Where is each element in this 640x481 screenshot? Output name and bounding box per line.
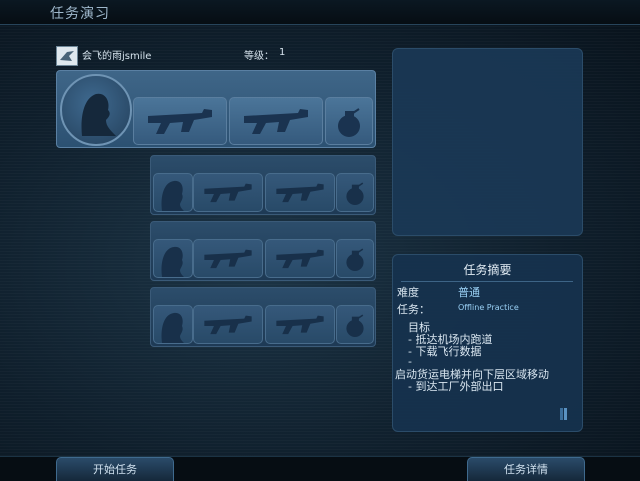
- grenade-icon: [338, 108, 360, 137]
- operator-portrait-icon: [161, 180, 184, 211]
- player-level-value: 1: [279, 47, 286, 58]
- squad-slot-3[interactable]: [150, 221, 376, 281]
- scroll-down-icon[interactable]: [559, 406, 569, 420]
- rifle-icon: [244, 109, 308, 134]
- window-title: 任务演习: [50, 6, 110, 22]
- player-info: 会飞的雨jsmile 等级： 1: [56, 44, 374, 66]
- secondary-weapon-slot[interactable]: [229, 97, 323, 145]
- rifle-icon: [204, 315, 252, 335]
- grenade-slot[interactable]: [336, 173, 374, 212]
- mission-value: Offline Practice: [458, 303, 519, 312]
- mission-preview-panel: [392, 48, 583, 236]
- rifle-icon: [204, 249, 252, 269]
- summary-title: 任务摘要: [463, 263, 512, 277]
- difficulty-label: 难度: [397, 286, 419, 299]
- operator-portrait-icon: [161, 246, 184, 277]
- grenade-icon: [346, 314, 364, 338]
- grenade-slot[interactable]: [336, 239, 374, 278]
- difficulty-value: 普通: [458, 286, 480, 299]
- rifle-icon: [276, 183, 324, 203]
- player-rank-icon: [56, 46, 78, 66]
- operator-slot[interactable]: [153, 305, 193, 344]
- secondary-weapon-slot[interactable]: [265, 173, 335, 212]
- operator-slot[interactable]: [153, 239, 193, 278]
- squad-slot-1[interactable]: [56, 70, 376, 148]
- primary-weapon-slot[interactable]: [193, 173, 263, 212]
- squad-slot-4[interactable]: [150, 287, 376, 347]
- operator-slot[interactable]: [153, 173, 193, 212]
- operator-portrait-icon: [60, 74, 132, 146]
- objective-item: - 下载飞行数据: [408, 345, 482, 358]
- grenade-icon: [346, 248, 364, 272]
- grenade-slot[interactable]: [325, 97, 373, 145]
- rifle-icon: [276, 315, 324, 335]
- squad-slot-2[interactable]: [150, 155, 376, 215]
- rifle-icon: [276, 249, 324, 269]
- mission-summary-panel: 任务摘要 难度 普通 任务： Offline Practice 目标 - 抵达机…: [392, 254, 583, 432]
- objective-item: - 到达工厂外部出口: [408, 380, 504, 393]
- grenade-slot[interactable]: [336, 305, 374, 344]
- mission-label: 任务：: [397, 303, 430, 316]
- summary-divider: [401, 281, 573, 282]
- secondary-weapon-slot[interactable]: [265, 239, 335, 278]
- primary-weapon-slot[interactable]: [193, 239, 263, 278]
- rifle-icon: [204, 183, 252, 203]
- primary-weapon-slot[interactable]: [133, 97, 227, 145]
- player-level-label: 等级：: [244, 51, 274, 62]
- player-name: 会飞的雨jsmile: [82, 51, 152, 62]
- operator-portrait-icon: [161, 312, 184, 343]
- secondary-weapon-slot[interactable]: [265, 305, 335, 344]
- primary-weapon-slot[interactable]: [193, 305, 263, 344]
- grenade-icon: [346, 182, 364, 206]
- rifle-icon: [148, 109, 212, 134]
- title-bar: 任务演习: [0, 0, 640, 25]
- mission-details-button[interactable]: 任务详情: [467, 457, 585, 481]
- start-mission-button[interactable]: 开始任务: [56, 457, 174, 481]
